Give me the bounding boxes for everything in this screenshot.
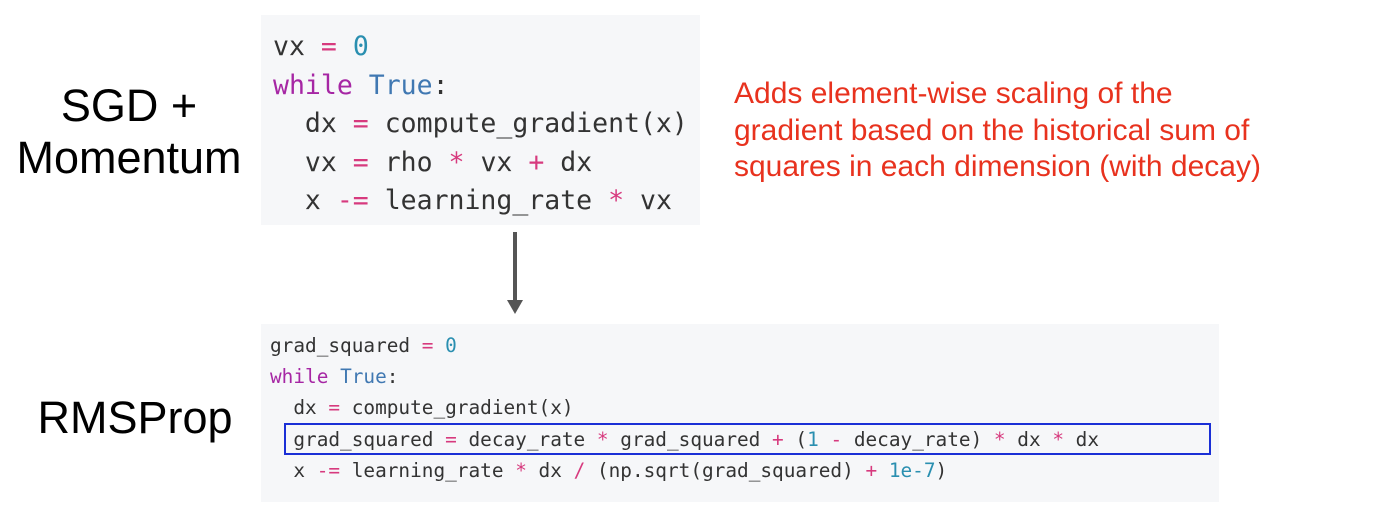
code-builtin: True	[368, 69, 433, 101]
sgd-momentum-label: SGD + Momentum	[10, 80, 248, 184]
code-operator: =	[352, 146, 369, 178]
code-operator: +	[528, 146, 545, 178]
code-operator: *	[515, 458, 527, 482]
code-number: 1e-7	[888, 458, 936, 482]
description-line3: squares in each dimension (with decay)	[734, 150, 1261, 183]
code-number: 0	[352, 31, 369, 62]
code-token: vx	[624, 185, 672, 216]
description-line2: gradient based on the historical sum of	[734, 113, 1250, 147]
code-line: while True:	[273, 67, 700, 106]
sgd-momentum-code-block: vx = 0 while True: dx = compute_gradient(…	[261, 15, 700, 225]
code-operator: -=	[316, 458, 341, 482]
code-operator: =	[328, 396, 341, 420]
code-token: dx	[270, 396, 329, 420]
highlight-box	[284, 423, 1211, 455]
code-operator: =	[352, 108, 369, 139]
code-operator: /	[573, 458, 586, 482]
rmsprop-label: RMSProp	[30, 392, 240, 444]
code-token: vx	[464, 146, 529, 178]
code-line: dx = compute_gradient(x)	[273, 105, 700, 144]
code-line: while True:	[270, 361, 1219, 392]
code-token: learning_rate	[368, 185, 609, 216]
code-keyword: while	[270, 365, 329, 389]
code-operator: =	[320, 31, 337, 62]
rmsprop-label-text: RMSProp	[37, 392, 233, 443]
code-token: rho	[368, 146, 449, 178]
code-token: learning_rate	[340, 458, 516, 482]
code-operator: *	[448, 146, 465, 178]
code-builtin: True	[340, 365, 387, 389]
code-operator: -=	[336, 185, 369, 216]
code-token: dx	[526, 458, 574, 482]
code-token: :	[386, 365, 399, 389]
sgd-label-line2: Momentum	[16, 132, 242, 183]
code-operator: +	[865, 458, 878, 482]
code-line: dx = compute_gradient(x)	[270, 392, 1219, 423]
code-line: x -= learning_rate * dx / (np.sqrt(grad_…	[270, 455, 1219, 486]
code-operator: *	[608, 185, 625, 216]
code-token: (np.sqrt(grad_squared)	[585, 458, 866, 482]
code-token: dx	[273, 108, 353, 139]
code-line: vx = rho * vx + dx	[273, 144, 700, 183]
description-line1: Adds element-wise scaling of the	[734, 77, 1173, 110]
code-token: x	[270, 458, 317, 482]
code-keyword: while	[273, 69, 353, 101]
code-operator: =	[421, 334, 434, 357]
code-line: vx = 0	[273, 28, 700, 67]
code-line: x -= learning_rate * vx	[273, 182, 700, 221]
code-number: 0	[445, 334, 457, 357]
code-token: grad_squared	[270, 334, 422, 357]
code-token: x	[273, 185, 337, 216]
code-token: )	[935, 458, 948, 482]
code-token: vx	[273, 31, 321, 62]
code-token: :	[432, 69, 449, 101]
code-line: grad_squared = 0	[270, 330, 1219, 361]
down-arrow-icon	[507, 232, 523, 314]
code-token: vx	[273, 146, 353, 178]
code-token: dx	[544, 146, 593, 178]
rmsprop-description: Adds element-wise scaling of the gradien…	[734, 76, 1364, 186]
code-token: compute_gradient(x)	[340, 396, 574, 420]
sgd-label-line1: SGD +	[60, 80, 198, 131]
code-token: compute_gradient(x)	[368, 108, 688, 139]
rmsprop-code-block: grad_squared = 0 while True: dx = compute…	[261, 324, 1219, 502]
